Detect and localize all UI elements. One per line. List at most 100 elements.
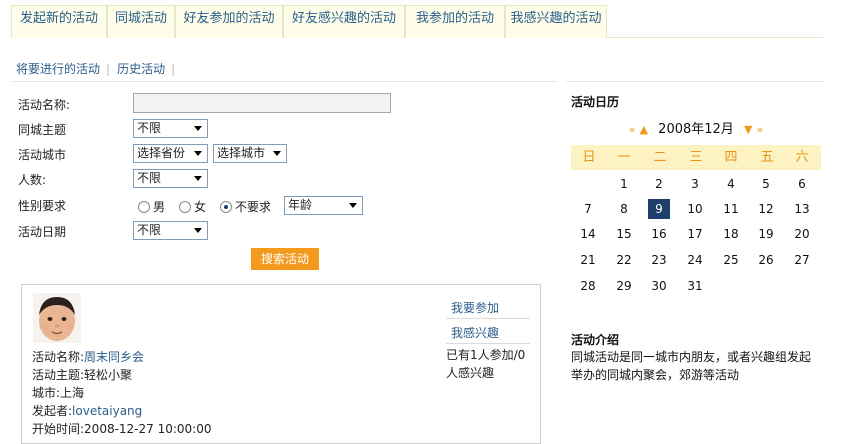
activity-name-key: 活动名称: xyxy=(32,350,85,364)
theme-select-value: 不限 xyxy=(137,121,162,135)
province-select-value: 选择省份 xyxy=(137,146,186,160)
calendar-day[interactable]: 14 xyxy=(577,224,599,244)
activity-theme-key: 活动主题: xyxy=(32,368,85,382)
chevron-down-icon xyxy=(194,228,202,233)
search-activity-button[interactable]: 搜索活动 xyxy=(251,248,319,270)
calendar-day[interactable]: 26 xyxy=(755,250,777,270)
age-select[interactable]: 年龄 xyxy=(284,196,363,215)
activity-name-link[interactable]: 周末同乡会 xyxy=(84,350,144,364)
separator: | xyxy=(106,62,111,76)
chevron-down-icon xyxy=(194,176,202,181)
tab-city-activities[interactable]: 同城活动 xyxy=(107,5,175,38)
history-activities-link[interactable]: 历史活动 xyxy=(117,62,165,76)
participation-stats: 已有1人参加/0人感兴趣 xyxy=(446,348,526,380)
calendar-day[interactable]: 12 xyxy=(755,199,777,219)
city-select[interactable]: 选择城市 xyxy=(213,144,287,163)
calendar-day[interactable]: 28 xyxy=(577,276,599,296)
calendar-day[interactable]: 13 xyxy=(791,199,813,219)
calendar-day[interactable]: 16 xyxy=(648,224,670,244)
theme-label: 同城主题 xyxy=(18,123,67,137)
intro-text: 同城活动是同一城市内朋友，或者兴趣组发起举办的同城内聚会，郊游等活动 xyxy=(571,350,812,382)
activity-organizer-row: 发起者:lovetaiyang xyxy=(32,402,142,419)
tab-my-joined[interactable]: 我参加的活动 xyxy=(405,5,505,38)
calendar-day[interactable]: 10 xyxy=(684,199,706,219)
calendar-day[interactable]: 22 xyxy=(613,250,635,270)
calendar-title: 活动日历 xyxy=(571,95,620,109)
gender-none-radio[interactable]: 不要求 xyxy=(220,198,271,215)
weekday-label: 日 xyxy=(582,150,596,165)
tab-friends-interested[interactable]: 好友感兴趣的活动 xyxy=(283,5,405,38)
activity-theme-row: 活动主题:轻松小聚 xyxy=(32,366,132,383)
calendar-day[interactable]: 6 xyxy=(791,174,813,194)
chevron-down-icon xyxy=(349,203,357,208)
calendar-day[interactable]: 5 xyxy=(755,174,777,194)
activity-name-input[interactable] xyxy=(133,93,391,113)
organizer-link[interactable]: lovetaiyang xyxy=(72,404,142,418)
calendar-day[interactable]: 20 xyxy=(791,224,813,244)
gender-none-label: 不要求 xyxy=(235,200,272,214)
people-select-value: 不限 xyxy=(137,171,162,185)
calendar-day[interactable]: 18 xyxy=(720,224,742,244)
baby-avatar-icon xyxy=(33,293,81,343)
gender-label: 性别要求 xyxy=(18,199,67,213)
join-activity-link[interactable]: 我要参加 xyxy=(451,299,499,316)
date-select[interactable]: 不限 xyxy=(133,221,208,240)
upcoming-activities-link[interactable]: 将要进行的活动 xyxy=(16,62,100,76)
activity-name-row: 活动名称:周末同乡会 xyxy=(32,348,144,365)
tab-create-activity[interactable]: 发起新的活动 xyxy=(11,5,107,38)
weekday-label: 六 xyxy=(795,150,809,165)
calendar-day[interactable]: 23 xyxy=(648,250,670,270)
gender-female-radio[interactable]: 女 xyxy=(179,198,206,215)
calendar-day[interactable]: 30 xyxy=(648,276,670,296)
radio-icon xyxy=(138,201,150,213)
gender-female-label: 女 xyxy=(194,200,207,214)
activity-name-label: 活动名称: xyxy=(18,98,71,112)
calendar-day[interactable]: 24 xyxy=(684,250,706,270)
sub-navigation: 将要进行的活动 | 历史活动 | xyxy=(16,60,182,77)
calendar-day[interactable]: 4 xyxy=(720,174,742,194)
weekday-label: 二 xyxy=(653,150,667,165)
calendar-weekday-row: 日 一 二 三 四 五 六 xyxy=(571,145,821,170)
people-label: 人数: xyxy=(18,173,47,187)
radio-selected-icon xyxy=(220,201,232,213)
calendar-day[interactable]: 25 xyxy=(720,250,742,270)
age-select-value: 年龄 xyxy=(288,198,313,212)
people-select[interactable]: 不限 xyxy=(133,169,208,188)
activity-city-key: 城市: xyxy=(32,386,61,400)
calendar-day[interactable]: 11 xyxy=(720,199,742,219)
calendar-day[interactable]: 8 xyxy=(613,199,635,219)
calendar-day[interactable]: 19 xyxy=(755,224,777,244)
calendar-header: « ▲ 2008年12月 ▼ » xyxy=(571,118,821,138)
theme-select[interactable]: 不限 xyxy=(133,119,208,138)
calendar-day[interactable]: 27 xyxy=(791,250,813,270)
chevron-down-icon xyxy=(273,151,281,156)
next-month-button[interactable]: ▼ xyxy=(744,123,752,136)
city-select-value: 选择城市 xyxy=(217,146,266,160)
gender-male-radio[interactable]: 男 xyxy=(138,198,165,215)
calendar-day[interactable]: 15 xyxy=(613,224,635,244)
avatar[interactable] xyxy=(33,293,81,343)
calendar-day[interactable]: 2 xyxy=(648,174,670,194)
calendar-day[interactable]: 29 xyxy=(613,276,635,296)
activity-tabs: 发起新的活动 同城活动 好友参加的活动 好友感兴趣的活动 我参加的活动 我感兴趣… xyxy=(11,5,823,38)
prev-month-button[interactable]: ▲ xyxy=(640,123,648,136)
calendar-day[interactable]: 31 xyxy=(684,276,706,296)
calendar-day-today[interactable]: 9 xyxy=(648,199,670,219)
calendar-day[interactable]: 7 xyxy=(577,199,599,219)
date-select-value: 不限 xyxy=(137,223,162,237)
calendar-day[interactable]: 3 xyxy=(684,174,706,194)
province-select[interactable]: 选择省份 xyxy=(133,144,208,163)
activity-theme-value: 轻松小聚 xyxy=(84,368,133,382)
next-year-button[interactable]: » xyxy=(757,123,764,136)
calendar-day[interactable]: 21 xyxy=(577,250,599,270)
activity-start-row: 开始时间:2008-12-27 10:00:00 xyxy=(32,420,212,437)
date-label: 活动日期 xyxy=(18,225,67,239)
intro-title: 活动介绍 xyxy=(571,333,620,347)
calendar-day[interactable]: 1 xyxy=(613,174,635,194)
interested-activity-link[interactable]: 我感兴趣 xyxy=(451,324,499,341)
tab-friends-joined[interactable]: 好友参加的活动 xyxy=(175,5,283,38)
tab-my-interested[interactable]: 我感兴趣的活动 xyxy=(505,5,607,38)
prev-year-button[interactable]: « xyxy=(629,123,636,136)
calendar-day[interactable]: 17 xyxy=(684,224,706,244)
separator: | xyxy=(171,62,176,76)
